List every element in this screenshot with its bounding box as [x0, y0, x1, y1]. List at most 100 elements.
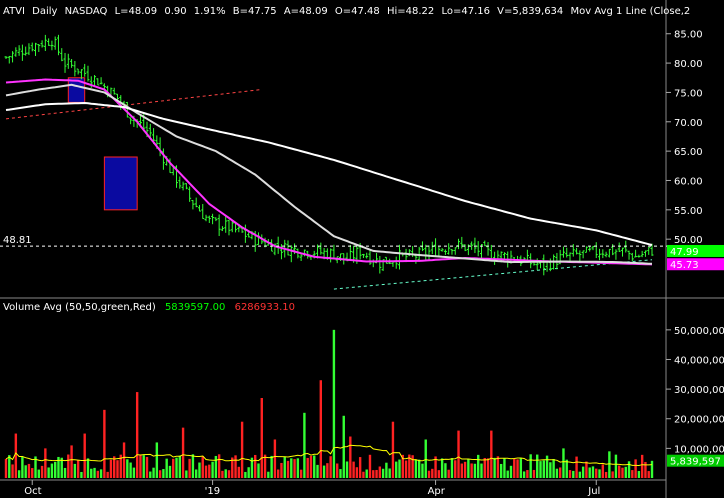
volume-bar	[73, 463, 77, 478]
volume-tick-label: 10,000,000	[674, 444, 724, 455]
volume-bar	[162, 469, 165, 478]
volume-bar	[132, 467, 136, 478]
volume-bar	[103, 409, 106, 478]
volume-bar	[142, 455, 145, 478]
price-change-pct: 1.91%	[194, 6, 226, 17]
volume-bar	[224, 469, 227, 478]
volume-bar	[499, 463, 503, 478]
volume-bar	[50, 463, 54, 478]
volume-bar	[529, 454, 532, 478]
volume-bar	[290, 458, 293, 478]
volume-bar	[385, 462, 388, 478]
price-tick-label: 50.00	[674, 235, 703, 246]
volume-bar	[109, 459, 113, 478]
volume-header: Volume Avg (50,50,green,Red) 5839597.00 …	[3, 302, 295, 313]
interval: Daily	[32, 6, 57, 17]
volume-bar	[86, 458, 90, 478]
volume-bar	[368, 454, 372, 478]
volume-bar	[650, 460, 654, 478]
volume-bar	[217, 454, 221, 478]
volume-bar	[381, 468, 385, 478]
volume-bar	[362, 471, 365, 478]
volume-bar	[522, 471, 526, 478]
price-tick-label: 55.00	[674, 206, 703, 217]
volume-bar	[63, 467, 67, 478]
volume-bar	[490, 430, 493, 478]
time-tick-label: Apr	[428, 486, 446, 497]
volume-bar	[178, 455, 181, 478]
volume-bar	[565, 459, 568, 478]
volume-bar	[31, 468, 34, 478]
time-tick-label: Oct	[24, 486, 41, 497]
volume-bar	[276, 469, 280, 478]
volume-bar	[237, 466, 241, 478]
volume-bar	[572, 470, 575, 478]
volume-bar	[545, 455, 549, 478]
volume-bar	[260, 398, 263, 478]
volume-bar	[208, 464, 211, 478]
volume-bar	[93, 467, 96, 478]
ask-price: A=48.09	[284, 6, 328, 17]
volume-bar	[578, 471, 582, 478]
volume-bar	[106, 471, 109, 478]
time-axis: Oct '19 Apr Jul	[24, 480, 600, 497]
volume-bar	[437, 470, 441, 478]
gap-box	[103, 156, 138, 211]
volume-bar	[473, 463, 477, 478]
volume-study-value1: 5839597.00	[165, 302, 225, 313]
high-price: Hi=48.22	[387, 6, 434, 17]
volume-bar	[588, 467, 591, 478]
volume-bar	[411, 455, 414, 478]
volume-bar	[181, 427, 185, 478]
volume-bar	[211, 461, 214, 478]
volume-study-label: Volume Avg (50,50,green,Red)	[3, 302, 156, 313]
volume-bar	[395, 461, 398, 478]
volume-bar	[267, 471, 270, 478]
volume-bar	[37, 469, 40, 478]
volume-bar	[634, 459, 637, 478]
price-tick-label: 75.00	[674, 88, 703, 99]
volume-bar	[506, 470, 509, 478]
volume-bar	[358, 457, 362, 478]
volume-bar	[604, 471, 608, 478]
volume-bar	[201, 456, 204, 478]
exchange: NASDAQ	[65, 6, 108, 17]
volume-bar	[440, 458, 444, 478]
volume-bar	[640, 454, 644, 478]
open-price: O=47.48	[335, 6, 380, 17]
volume-bar	[303, 412, 306, 478]
volume-bar	[483, 457, 486, 478]
volume-bar	[240, 421, 244, 478]
volume-bar	[355, 467, 359, 478]
volume-bar	[332, 329, 336, 478]
volume-bar	[172, 458, 175, 478]
volume-bar	[175, 457, 178, 478]
volume-bar	[516, 459, 519, 478]
volume-bar	[611, 471, 614, 478]
volume-bar	[536, 454, 539, 478]
volume-bar	[372, 470, 375, 478]
volume-bar	[595, 468, 598, 478]
volume-bar	[591, 466, 595, 478]
volume-bar	[558, 467, 562, 478]
volume-bar	[450, 458, 454, 478]
volume-bar	[152, 467, 155, 478]
price-tick-label: 65.00	[674, 147, 703, 158]
volume-bar	[139, 454, 142, 478]
volume-bar	[424, 439, 427, 478]
volume-bar	[539, 461, 542, 478]
time-tick-label: '19	[205, 486, 220, 497]
volume-bar	[126, 459, 129, 478]
volume-bar	[283, 456, 286, 478]
volume-bar	[313, 455, 316, 478]
volume-bar	[14, 433, 18, 478]
volume-bar	[17, 470, 21, 478]
volume-bar	[608, 451, 611, 478]
volume-bar	[614, 454, 618, 478]
volume-bar	[191, 454, 195, 478]
price-tag-label: 47.99	[670, 247, 699, 258]
time-tick-label: Jul	[587, 486, 600, 497]
symbol: ATVI	[3, 6, 25, 17]
volume-bar	[513, 458, 516, 478]
volume-bar	[316, 464, 319, 478]
